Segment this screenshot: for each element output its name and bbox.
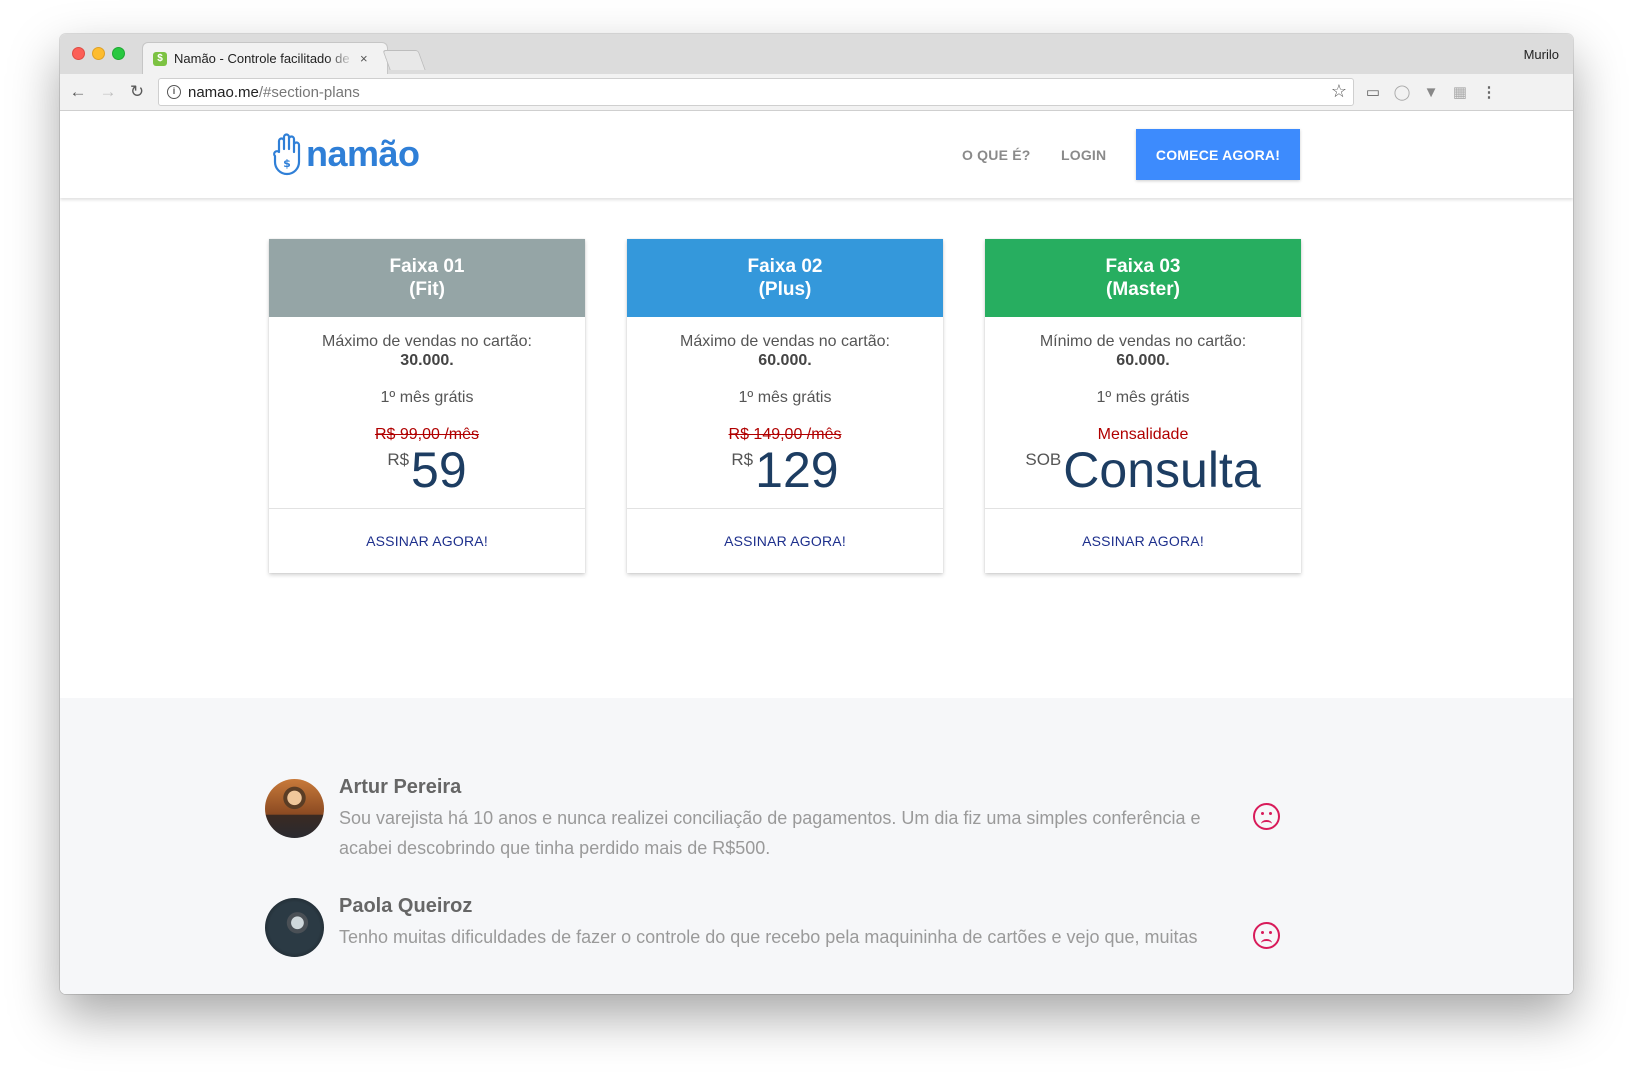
price: R$ 129 [627, 442, 943, 498]
avatar [265, 779, 324, 838]
favicon-icon: $ [153, 51, 167, 66]
browser-toolbar: ← → ↻ i namao.me/#section-plans ☆ ▭ ◯ ▼ … [60, 74, 1573, 111]
nav-login-link[interactable]: LOGIN [1061, 147, 1106, 163]
maximize-window-button[interactable] [112, 47, 125, 60]
browser-menu-icon[interactable]: ⋮ [1479, 83, 1499, 103]
start-now-button[interactable]: COMECE AGORA! [1136, 129, 1300, 180]
plan-subtitle: (Plus) [758, 279, 812, 300]
browser-window: $ Namão - Controle facilitado de × Muril… [60, 34, 1573, 994]
plan-card-fit: Faixa 01 (Fit) Máximo de vendas no cartã… [269, 239, 585, 573]
extension-grid-icon[interactable]: ▦ [1450, 83, 1470, 103]
logo[interactable]: $ namão [272, 132, 420, 176]
limit-label: Máximo de vendas no cartão: [680, 333, 890, 350]
url-text: namao.me/#section-plans [188, 84, 360, 101]
plan-header: Faixa 02 (Plus) [627, 239, 943, 317]
nav-what-is-link[interactable]: O QUE É? [962, 147, 1031, 163]
testimonial-name: Paola Queiroz [339, 895, 473, 917]
plan-title: Faixa 02 [747, 256, 823, 277]
subscribe-button[interactable]: ASSINAR AGORA! [627, 509, 943, 573]
address-bar[interactable]: i namao.me/#section-plans ☆ [158, 78, 1354, 106]
plan-header: Faixa 01 (Fit) [269, 239, 585, 317]
testimonials-section: Artur Pereira Sou varejista há 10 anos e… [60, 698, 1573, 994]
close-window-button[interactable] [72, 47, 85, 60]
price-currency: R$ [387, 450, 410, 469]
forward-arrow-icon[interactable]: → [98, 82, 118, 102]
testimonial-text: Sou varejista há 10 anos e nunca realize… [339, 808, 1201, 858]
avatar [265, 898, 324, 957]
free-month-text: 1º mês grátis [1096, 389, 1190, 406]
price-currency: R$ [731, 450, 754, 469]
plan-body: Máximo de vendas no cartão: 60.000. 1º m… [627, 317, 943, 509]
testimonial-text: Tenho muitas dificuldades de fazer o con… [339, 927, 1198, 947]
url-host: namao.me [188, 83, 259, 101]
plans-section: Faixa 01 (Fit) Máximo de vendas no cartã… [60, 198, 1573, 698]
testimonial-name: Artur Pereira [339, 776, 462, 798]
site-header: $ namão O QUE É? LOGIN COMECE AGORA! [60, 112, 1573, 198]
plan-card-master: Faixa 03 (Master) Mínimo de vendas no ca… [985, 239, 1301, 573]
browser-tab[interactable]: $ Namão - Controle facilitado de × [142, 42, 388, 74]
url-path: /#section-plans [258, 83, 360, 101]
svg-text:$: $ [283, 157, 291, 170]
hand-money-icon: $ [273, 133, 301, 176]
subscribe-button[interactable]: ASSINAR AGORA! [269, 509, 585, 573]
logo-text: namão [306, 133, 420, 174]
bookmark-star-icon[interactable]: ☆ [1331, 81, 1347, 102]
page-content: $ namão O QUE É? LOGIN COMECE AGORA! Fai… [60, 112, 1573, 994]
back-arrow-icon[interactable]: ← [68, 82, 88, 102]
info-icon[interactable]: i [167, 85, 181, 99]
plan-header: Faixa 03 (Master) [985, 239, 1301, 317]
price-value: Consulta [1063, 442, 1261, 498]
tab-title: Namão - Controle facilitado de [174, 51, 350, 66]
plan-subtitle: (Master) [1106, 279, 1180, 300]
price: SOB Consulta [985, 442, 1301, 498]
price-prefix: SOB [1025, 450, 1062, 469]
profile-name[interactable]: Murilo [1524, 47, 1559, 62]
price: R$ 59 [269, 442, 585, 498]
cast-icon[interactable]: ▭ [1363, 83, 1383, 103]
plan-body: Máximo de vendas no cartão: 30.000. 1º m… [269, 317, 585, 509]
sad-face-icon [1253, 803, 1280, 830]
reload-icon[interactable]: ↻ [127, 82, 147, 102]
plan-body: Mínimo de vendas no cartão: 60.000. 1º m… [985, 317, 1301, 509]
limit-label: Mínimo de vendas no cartão: [1039, 333, 1247, 350]
price-value: 129 [755, 442, 839, 498]
price-value: 59 [411, 442, 467, 498]
extension-circle-icon[interactable]: ◯ [1392, 83, 1412, 103]
plan-subtitle: (Fit) [409, 279, 445, 300]
plan-title: Faixa 03 [1105, 256, 1181, 277]
limit-value: 30.000. [400, 352, 454, 369]
new-tab-button[interactable] [382, 50, 426, 70]
free-month-text: 1º mês grátis [380, 389, 474, 406]
extension-vimium-icon[interactable]: ▼ [1421, 83, 1441, 103]
plan-title: Faixa 01 [389, 256, 465, 277]
free-month-text: 1º mês grátis [738, 389, 832, 406]
minimize-window-button[interactable] [92, 47, 105, 60]
limit-label: Máximo de vendas no cartão: [322, 333, 532, 350]
subscribe-button[interactable]: ASSINAR AGORA! [985, 509, 1301, 573]
sad-face-icon [1253, 922, 1280, 949]
limit-value: 60.000. [1116, 352, 1170, 369]
tab-close-icon[interactable]: × [360, 51, 368, 66]
tab-bar: $ Namão - Controle facilitado de × Muril… [60, 34, 1573, 74]
limit-value: 60.000. [758, 352, 812, 369]
plan-card-plus: Faixa 02 (Plus) Máximo de vendas no cart… [627, 239, 943, 573]
